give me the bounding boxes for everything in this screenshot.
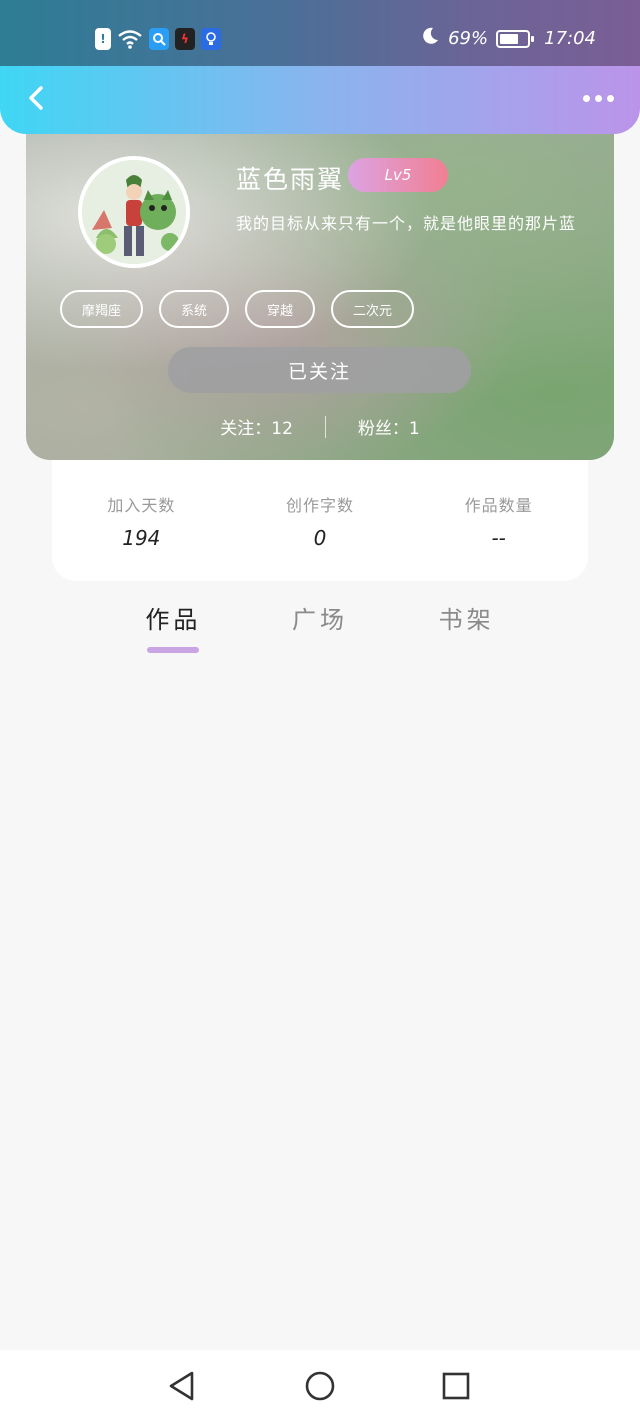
active-tab-indicator: [147, 647, 200, 653]
system-recents-button[interactable]: [440, 1370, 472, 1402]
wifi-icon: [117, 28, 143, 50]
status-bar: ! ϟ 69% 17:04: [0, 0, 640, 70]
following-count[interactable]: 关注：12: [220, 414, 293, 439]
content-tabs: 作品 广场 书架: [100, 600, 540, 660]
tab-works[interactable]: 作品: [100, 600, 247, 660]
search-app-icon: [149, 28, 169, 50]
lightning-app-icon: ϟ: [175, 28, 195, 50]
tag-list: 摩羯座 系统 穿越 二次元: [60, 290, 415, 328]
tag-chip[interactable]: 摩羯座: [60, 290, 144, 328]
square-recents-icon: [442, 1372, 470, 1400]
follow-stats: 关注：12 粉丝：1: [26, 414, 614, 439]
circle-home-icon: [305, 1371, 335, 1401]
user-bio: 我的目标从来只有一个，就是他眼里的那片蓝: [236, 214, 577, 233]
system-back-button[interactable]: [166, 1370, 198, 1402]
tab-plaza[interactable]: 广场: [247, 600, 394, 660]
stat-label: 创作字数: [286, 496, 355, 515]
battery-percent: 69%: [448, 28, 489, 49]
tab-label: 书架: [438, 606, 495, 634]
tab-bookshelf[interactable]: 书架: [393, 600, 540, 660]
moon-icon: [420, 26, 440, 51]
username: 蓝色雨翼: [236, 165, 345, 194]
stat-join-days: 加入天数 194: [52, 460, 231, 581]
status-left-icons: ! ϟ: [95, 28, 221, 50]
follow-button[interactable]: 已关注: [168, 347, 471, 393]
stat-value: --: [491, 526, 506, 550]
stat-word-count: 创作字数 0: [231, 460, 410, 581]
level-badge: Lv5: [348, 158, 448, 192]
system-nav-bar: [0, 1350, 640, 1422]
back-button[interactable]: [18, 80, 54, 116]
tag-chip[interactable]: 二次元: [331, 290, 415, 328]
more-button[interactable]: [576, 80, 620, 116]
battery-icon: [496, 29, 535, 48]
profile-card: 蓝色雨翼 Lv5 我的目标从来只有一个，就是他眼里的那片蓝 摩羯座 系统 穿越 …: [26, 110, 614, 460]
avatar[interactable]: [78, 156, 190, 268]
avatar-illustration: [82, 160, 186, 264]
alert-icon: !: [95, 28, 111, 50]
back-chevron-icon: [29, 86, 43, 110]
followers-count[interactable]: 粉丝：1: [358, 414, 420, 439]
top-nav-bar: [0, 66, 640, 134]
divider: [324, 415, 326, 438]
status-right-icons: 69% 17:04: [420, 26, 596, 51]
battery-fill: [500, 33, 519, 44]
stats-card: 加入天数 194 创作字数 0 作品数量 --: [52, 460, 588, 581]
tag-chip[interactable]: 穿越: [245, 290, 316, 328]
tab-label: 作品: [145, 606, 202, 634]
system-home-button[interactable]: [304, 1370, 336, 1402]
bulb-app-icon: [201, 28, 221, 50]
clock: 17:04: [544, 28, 596, 49]
tab-label: 广场: [292, 606, 348, 634]
stat-label: 加入天数: [107, 496, 176, 515]
triangle-back-icon: [169, 1371, 194, 1401]
stat-label: 作品数量: [464, 496, 533, 515]
stat-value: 0: [313, 526, 327, 550]
more-dots-icon: [582, 94, 590, 102]
stat-works-count: 作品数量 --: [409, 460, 588, 581]
tag-chip[interactable]: 系统: [159, 290, 230, 328]
stat-value: 194: [122, 526, 161, 550]
